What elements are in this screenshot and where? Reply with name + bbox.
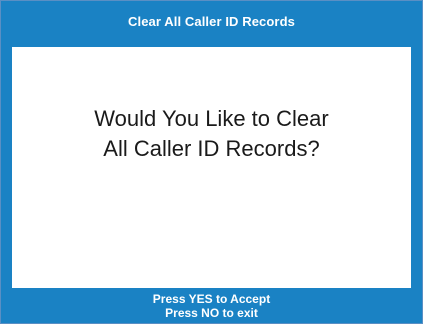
no-exit-instruction: Press NO to exit [165,305,258,320]
screen-title: Clear All Caller ID Records [128,13,295,29]
confirmation-prompt-line-2: All Caller ID Records? [103,136,320,161]
yes-accept-instruction: Press YES to Accept [152,291,271,306]
confirmation-panel: Would You Like to Clear All Caller ID Re… [12,47,411,288]
soft-key-instructions: Press YES to Accept Press NO to exit [1,288,422,323]
confirmation-prompt-line-1: Would You Like to Clear [94,106,329,131]
caller-id-clear-screen: Clear All Caller ID Records Would You Li… [0,0,423,324]
title-bar: Clear All Caller ID Records [1,1,422,47]
